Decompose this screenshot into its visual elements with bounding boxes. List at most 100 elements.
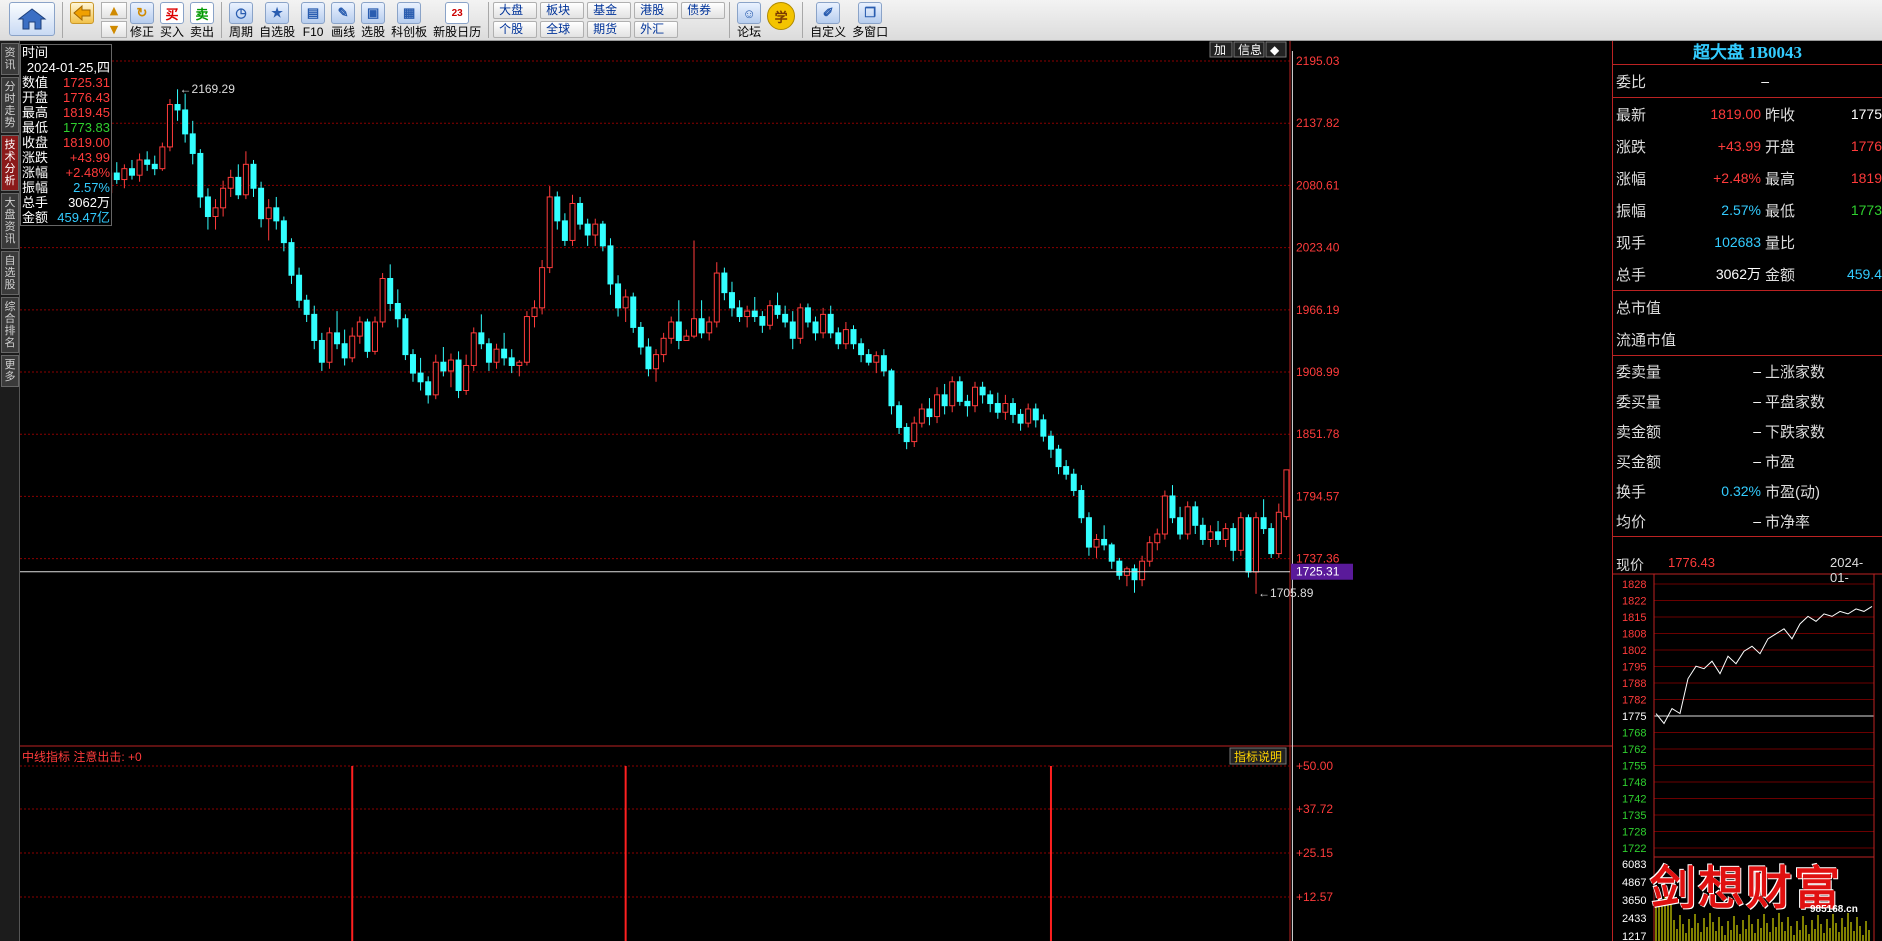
candle-body <box>1131 568 1138 581</box>
star-market-button[interactable]: ▦ 科创板 <box>388 0 430 41</box>
candle-body <box>842 329 849 345</box>
price-tick-label: 2137.82 <box>1296 116 1340 130</box>
candle-body <box>820 313 827 334</box>
watchlist-button[interactable]: ★ 自选股 <box>256 0 298 41</box>
kline-chart-area[interactable]: 2195.03 2137.82 2080.61 2023.40 1966.19 1908.… <box>20 41 1612 941</box>
quote-value: 1819.00 <box>1710 106 1761 122</box>
info-value: 1819.45 <box>63 105 110 120</box>
candle-body <box>372 321 379 352</box>
buy-button[interactable]: 买 买入 <box>157 0 187 41</box>
gegu-button[interactable]: 个股 <box>493 21 538 38</box>
stats-row: 均价 – 市净率 <box>1613 506 1882 536</box>
stats-value: 0.32% <box>1721 483 1761 499</box>
stock-select-button[interactable]: ▣ 选股 <box>358 0 388 41</box>
stats-label: 委卖量 <box>1616 363 1662 381</box>
stats-rows: 委卖量 – 上涨家数 委买量 – 平盘家数 卖金额 – 下跌家数 买金额 – 市盈 换手 0.32% 市盈(… <box>1613 356 1882 537</box>
ipo-calendar-button[interactable]: 23 新股日历 <box>430 0 484 41</box>
candle-body <box>1078 490 1085 519</box>
qihuo-button[interactable]: 期货 <box>587 21 632 38</box>
stats-row: 买金额 – 市盈 <box>1613 446 1882 476</box>
period-button[interactable]: ◷ 周期 <box>226 0 256 41</box>
quote-label: 涨跌 <box>1616 138 1647 156</box>
candle-body <box>873 355 880 363</box>
candle-body <box>417 372 424 383</box>
home-button[interactable] <box>6 0 58 41</box>
mini-price-tick: 1828 <box>1622 579 1646 591</box>
candle-body <box>508 357 515 366</box>
stats-row: 委买量 – 平盘家数 <box>1613 386 1882 416</box>
info-label: 振幅 <box>22 180 49 195</box>
toolbar-separator <box>729 2 731 38</box>
side-tab[interactable]: 更多 <box>1 355 19 387</box>
sell-label: 卖出 <box>190 25 215 39</box>
candle-body <box>744 310 751 318</box>
draw-button[interactable]: ✎ 画线 <box>328 0 358 41</box>
candle-body <box>189 133 196 154</box>
weibi-value: – <box>1761 73 1769 89</box>
candle-body <box>622 296 629 309</box>
info-row: 数值 1725.31 <box>21 75 111 90</box>
bankuai-button[interactable]: 板块 <box>540 2 585 19</box>
candle-body <box>546 196 553 269</box>
weibi-row: 委比 – <box>1613 65 1882 97</box>
ganggu-button[interactable]: 港股 <box>634 2 679 19</box>
candle-body <box>539 267 546 309</box>
multiwindow-button[interactable]: ❐ 多窗口 <box>849 0 891 41</box>
candle-body <box>516 361 523 366</box>
quanqiu-button[interactable]: 全球 <box>540 21 585 38</box>
low-marker: ←1705.89 <box>1258 586 1314 600</box>
intraday-mini-chart[interactable]: 现价 1776.43 2024-01- 1828 1822 1815 1808 1802… <box>1612 552 1882 941</box>
candle-body <box>668 321 675 339</box>
candle-body <box>318 339 325 363</box>
side-tab[interactable]: 资讯 <box>1 43 19 75</box>
forum-button[interactable]: ☺ 论坛 <box>734 0 764 41</box>
learn-button[interactable]: 学 <box>764 0 798 41</box>
kline-svg: 2195.03 2137.82 2080.61 2023.40 1966.19 1908.… <box>20 41 1612 941</box>
mini-volume-tick: 6083 <box>1622 859 1646 871</box>
side-tab[interactable]: 大盘资讯 <box>1 193 19 249</box>
info-label: 涨幅 <box>22 165 49 180</box>
toolbar: ▲ ▼ ↻ 修正 买 买入 卖 卖出 ◷ 周期 ★ 自选股 ▤ F10 ✎ 画线… <box>0 0 1882 41</box>
candle-body <box>409 354 416 374</box>
down-arrow-button[interactable]: ▼ <box>101 21 127 38</box>
indicator-tick-label: +37.72 <box>1296 802 1333 816</box>
mini-price-tick: 1782 <box>1622 695 1646 707</box>
market-cap-rows: 总市值 流通市值 <box>1613 291 1882 356</box>
toolbar-separator <box>488 2 490 38</box>
f10-button[interactable]: ▤ F10 <box>298 0 328 41</box>
info-label: 收盘 <box>22 135 49 150</box>
jijin-button[interactable]: 基金 <box>587 2 632 19</box>
high-marker: ←2169.29 <box>180 82 236 96</box>
side-tab[interactable]: 综合排名 <box>1 297 19 353</box>
candle-body <box>402 318 409 356</box>
info-row: 开盘 1776.43 <box>21 90 111 105</box>
candle-body <box>880 355 887 372</box>
f10-label: F10 <box>302 25 324 39</box>
side-tab[interactable]: 自选股 <box>1 251 19 295</box>
waihui-button[interactable]: 外汇 <box>634 21 679 38</box>
fix-button[interactable]: ↻ 修正 <box>127 0 157 41</box>
weibi-label: 委比 <box>1616 73 1647 91</box>
candle-body <box>698 318 705 334</box>
candle-body <box>675 321 682 341</box>
sell-button[interactable]: 卖 卖出 <box>187 0 217 41</box>
custom-button[interactable]: ✐ 自定义 <box>807 0 849 41</box>
candle-body <box>584 223 591 236</box>
indicator-tick-label: +50.00 <box>1296 759 1333 773</box>
candle-body <box>941 394 948 407</box>
back-button[interactable] <box>67 0 97 41</box>
stats-value: – <box>1753 453 1761 469</box>
stats-label: 委买量 <box>1616 393 1662 411</box>
quote-label: 振幅 <box>1616 202 1647 220</box>
stats-value: – <box>1753 513 1761 529</box>
zhaiquan-button[interactable]: 债券 <box>681 2 726 19</box>
app-window: ▲ ▼ ↻ 修正 买 买入 卖 卖出 ◷ 周期 ★ 自选股 ▤ F10 ✎ 画线… <box>0 0 1882 941</box>
candle-body <box>561 220 568 241</box>
info-value: 1773.83 <box>63 120 110 135</box>
side-tab[interactable]: 技术分析 <box>1 135 19 191</box>
quote-label: 昨收 <box>1765 106 1796 124</box>
up-down-pair: ▲ ▼ <box>101 0 127 38</box>
up-arrow-button[interactable]: ▲ <box>101 2 127 19</box>
side-tab[interactable]: 分时走势 <box>1 77 19 133</box>
dapan-button[interactable]: 大盘 <box>493 2 538 19</box>
